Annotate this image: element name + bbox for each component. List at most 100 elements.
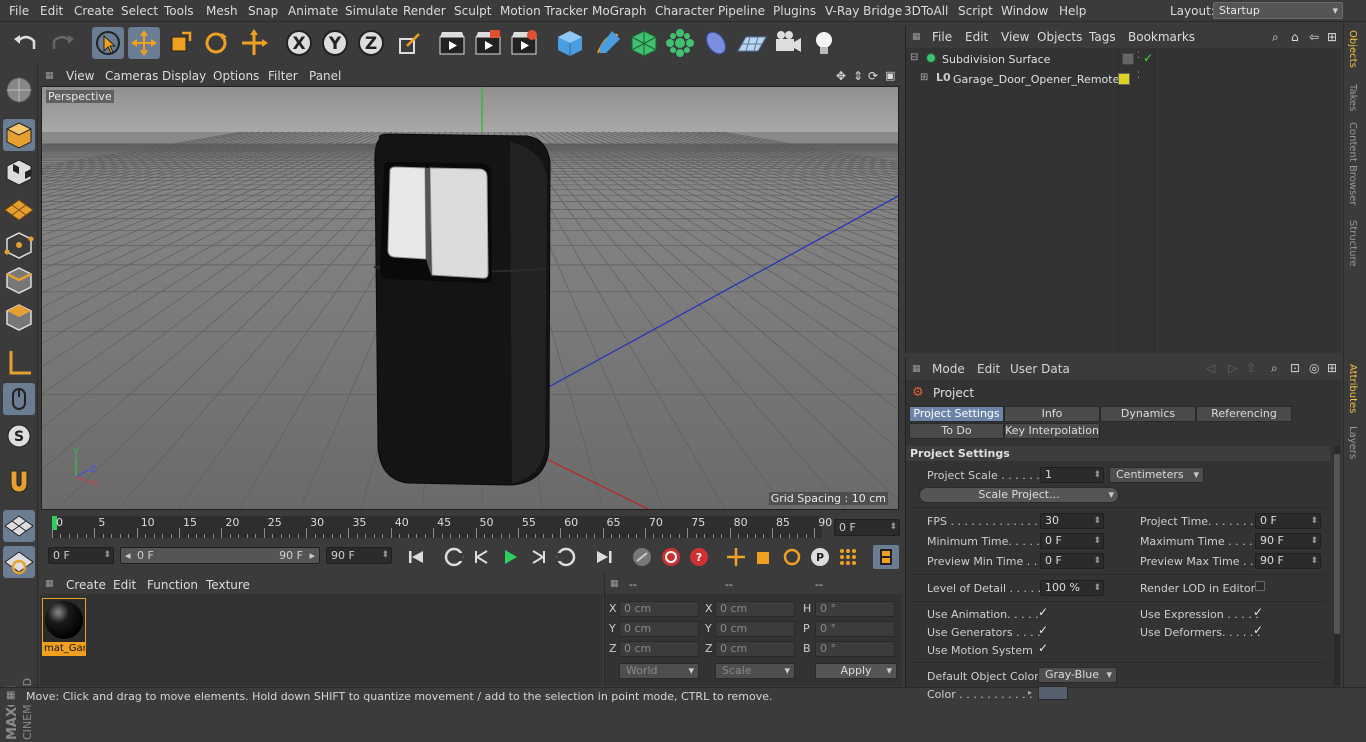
cloner-icon[interactable] [664,27,696,59]
undo-icon[interactable] [10,27,42,59]
menu-mesh[interactable]: Mesh [206,4,238,18]
tab-objects-vertical[interactable]: Objects [1347,30,1358,68]
back-arrow-icon[interactable]: ◁ [1206,361,1215,375]
tab-to-do[interactable]: To Do [909,423,1004,439]
key-rotation-icon[interactable] [779,545,805,569]
transform-icon[interactable] [238,27,270,59]
position-y-field[interactable]: 0 cm [619,621,699,637]
prev-key-icon[interactable] [441,545,467,569]
tab-referencing[interactable]: Referencing [1196,406,1292,422]
move-icon[interactable] [128,27,160,59]
y-axis-icon[interactable]: Y [319,27,351,59]
key-position-icon[interactable] [723,545,749,569]
grid-snap-icon[interactable] [3,510,35,542]
make-editable-icon[interactable] [3,74,35,106]
project-scale-field[interactable]: 1 [1040,467,1104,483]
menu-character[interactable]: Character [655,4,714,18]
material-menu-function[interactable]: Function [147,578,198,592]
layout-dropdown[interactable]: Startup [1213,2,1343,19]
world-dropdown[interactable]: World [619,663,699,679]
magnet-icon[interactable] [3,465,35,497]
use-generators-checkbox[interactable]: ✓ [1038,623,1048,637]
min-time-field[interactable]: 0 F [1040,533,1104,549]
drag-handle-icon[interactable]: ▦ [912,364,921,374]
points-mode-icon[interactable] [3,229,35,261]
back-icon[interactable]: ⇦ [1309,30,1319,44]
menu-animate[interactable]: Animate [288,4,338,18]
timeline-ruler[interactable]: 0 5 10 15 20 25 30 35 40 45 50 55 60 65 70 75 80 85 90 0 F [40,512,902,542]
camera-icon[interactable] [772,27,804,59]
current-frame-field[interactable]: 0 F [834,519,900,536]
objects-menu-view[interactable]: View [1001,30,1029,44]
lock-icon[interactable]: ⊡ [1290,361,1300,375]
subdivision-icon[interactable] [628,27,660,59]
tab-takes-vertical[interactable]: Takes [1347,84,1358,111]
scale-icon[interactable] [164,27,196,59]
menu-script[interactable]: Script [958,4,993,18]
floor-icon[interactable] [736,27,768,59]
menu-sculpt[interactable]: Sculpt [454,4,491,18]
layer-icon[interactable] [1122,53,1134,65]
object-row-garage-remote[interactable]: ⊞ L0 Garage_Door_Opener_Remote ⁚ [906,71,1342,89]
menu-select[interactable]: Select [121,4,158,18]
render-settings-icon[interactable] [508,27,540,59]
scale-project-button[interactable]: Scale Project... [919,487,1119,503]
collapse-icon[interactable]: ⊟ [910,52,918,63]
menu-simulate[interactable]: Simulate [345,4,398,18]
x-axis-icon[interactable]: X [283,27,315,59]
tab-content-browser-vertical[interactable]: Content Browser [1347,122,1358,205]
menu-motion-tracker[interactable]: Motion Tracker [500,4,588,18]
menu-edit[interactable]: Edit [40,4,63,18]
expand-icon[interactable]: ⊞ [920,72,928,83]
forward-arrow-icon[interactable]: ▷ [1228,361,1237,375]
default-color-dropdown[interactable]: Gray-Blue [1038,667,1117,683]
tab-structure-vertical[interactable]: Structure [1347,220,1358,267]
drag-handle-icon[interactable]: ▦ [45,71,54,81]
attr-scrollbar[interactable] [1334,446,1340,686]
edges-mode-icon[interactable] [3,264,35,296]
key-pla-icon[interactable] [835,545,861,569]
color-swatch[interactable] [1038,686,1068,700]
position-x-field[interactable]: 0 cm [619,601,699,617]
scale-unit-dropdown[interactable]: Centimeters [1109,467,1204,483]
position-z-field[interactable]: 0 cm [619,641,699,657]
menu-render[interactable]: Render [403,4,446,18]
menu-file[interactable]: File [9,4,29,18]
viewport-perspective[interactable]: Y Z X Perspective Grid Spacing : 10 cm [41,86,899,510]
scale-dropdown[interactable]: Scale [715,663,795,679]
next-frame-icon[interactable] [525,545,551,569]
rotation-b-field[interactable]: 0 ° [815,641,895,657]
key-parameter-icon[interactable]: P [807,545,833,569]
cube-icon[interactable] [554,27,586,59]
viewport-maximize-icon[interactable]: ▣ [885,69,895,82]
use-expression-checkbox[interactable]: ✓ [1253,605,1263,619]
preview-max-field[interactable]: 90 F [1255,553,1321,569]
garage-remote-model[interactable] [373,133,551,486]
tab-info[interactable]: Info [1004,406,1100,422]
coordinate-system-icon[interactable] [393,27,425,59]
snap-icon[interactable]: S [3,420,35,452]
new-window-icon[interactable]: ⊞ [1327,361,1337,375]
settings-icon[interactable]: ◎ [1309,361,1319,375]
viewport-menu-options[interactable]: Options [213,69,259,83]
rotation-p-field[interactable]: 0 ° [815,621,895,637]
record-icon[interactable] [658,545,684,569]
viewport-menu-panel[interactable]: Panel [309,69,341,83]
live-selection-icon[interactable] [92,27,124,59]
deformer-icon[interactable] [700,27,732,59]
tab-layers-vertical[interactable]: Layers [1347,426,1358,459]
timeline-window-icon[interactable] [873,545,899,569]
objects-menu-edit[interactable]: Edit [965,30,988,44]
menu-plugins[interactable]: Plugins [773,4,816,18]
light-icon[interactable] [808,27,840,59]
render-view-icon[interactable] [436,27,468,59]
render-region-icon[interactable] [472,27,504,59]
texture-mode-icon[interactable] [3,156,35,188]
use-motion-checkbox[interactable]: ✓ [1038,641,1048,655]
model-mode-icon[interactable] [3,119,35,151]
menu-help[interactable]: Help [1059,4,1086,18]
viewport-pan-icon[interactable]: ✥ [836,69,846,83]
objects-menu-tags[interactable]: Tags [1089,30,1116,44]
objects-menu-objects[interactable]: Objects [1037,30,1082,44]
auto-key-icon[interactable]: ? [686,545,712,569]
